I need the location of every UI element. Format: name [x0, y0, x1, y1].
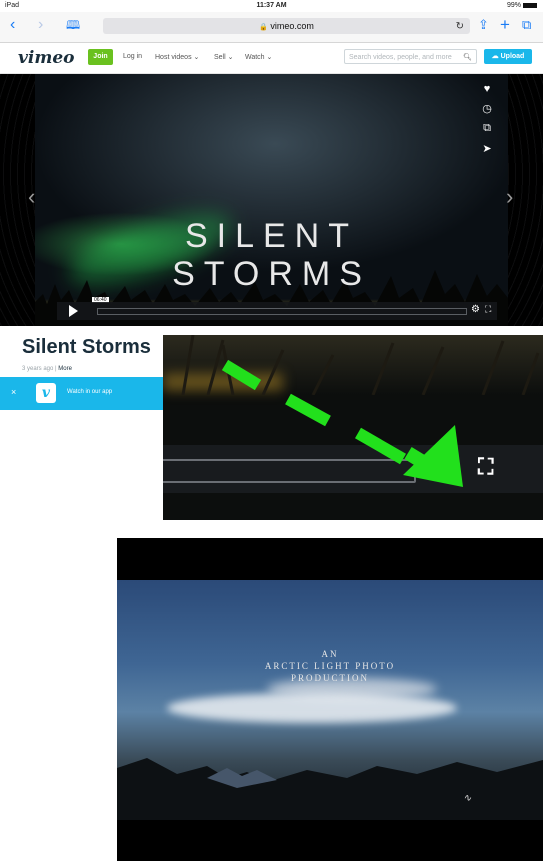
status-bar: iPad 11:37 AM 99% [0, 0, 543, 12]
upload-age: 3 years ago [22, 366, 54, 372]
close-icon[interactable]: × [11, 387, 16, 397]
vimeo-logo[interactable]: vimeo [18, 48, 74, 68]
reload-icon[interactable]: ↻ [456, 19, 464, 35]
tabs-icon[interactable]: ⧉ [522, 17, 531, 33]
video-title-line-1: SILENT [184, 217, 359, 255]
nav-host-videos[interactable]: Host videos ⌄ [155, 53, 199, 61]
login-link[interactable]: Log in [123, 53, 142, 60]
video-page-title: Silent Storms [22, 336, 151, 358]
battery-indicator: 99% [507, 2, 537, 9]
app-banner-text[interactable]: Watch in our app [67, 389, 112, 395]
upload-icon: ☁ [491, 53, 499, 60]
share-icon[interactable]: ⇪ [478, 17, 489, 33]
search-input[interactable]: Search videos, people, and more 🔍︎ [344, 49, 477, 64]
battery-percent: 99% [506, 2, 521, 9]
fullscreen-icon[interactable]: ⛶ [485, 304, 491, 315]
previous-chevron-icon[interactable]: ‹ [28, 184, 35, 210]
nav-sell[interactable]: Sell ⌄ [214, 53, 234, 61]
vimeo-header: vimeo Join Log in Host videos ⌄ Sell ⌄ W… [0, 43, 543, 74]
video-player[interactable]: SILENT STORMS ♥ ◷ ⧉ ➤ ‹ › [0, 74, 543, 326]
chevron-down-icon: ⌄ [227, 54, 234, 61]
next-chevron-icon[interactable]: › [506, 184, 513, 210]
nav-sell-label: Sell [214, 54, 226, 61]
upload-label: Upload [500, 53, 525, 60]
cloud [167, 693, 457, 723]
search-placeholder: Search videos, people, and more [349, 54, 452, 61]
credit-line-1: AN [321, 649, 339, 659]
settings-gear-icon[interactable]: ⚙ [471, 304, 480, 315]
url-text: vimeo.com [270, 21, 314, 31]
signature-watermark: ∿ [463, 793, 472, 804]
upload-button[interactable]: ☁ Upload [484, 49, 532, 64]
vimeo-app-icon: v [36, 383, 56, 403]
progress-bar[interactable] [97, 308, 467, 315]
credit-line-2: ARCTIC LIGHT PHOTO [264, 661, 396, 671]
nav-watch-label: Watch [245, 54, 265, 61]
video-meta: 3 years ago | More [22, 366, 72, 372]
video-title-line-2: STORMS [172, 255, 371, 293]
heart-icon[interactable]: ♥ [480, 83, 494, 95]
lock-icon: 🔒 [259, 24, 268, 31]
search-icon[interactable]: 🔍︎ [463, 50, 472, 65]
send-icon[interactable]: ➤ [480, 142, 494, 155]
pointer-arrow-icon [221, 359, 463, 487]
new-tab-icon[interactable]: + [500, 16, 510, 33]
bookmarks-icon[interactable]: 🕮 [66, 17, 80, 33]
meta-separator: | [55, 366, 57, 372]
zoomed-controls-inset: ⚙ ⛶ [163, 335, 543, 520]
clock: 11:37 AM [256, 2, 287, 9]
chevron-down-icon: ⌄ [193, 54, 200, 61]
video-title-overlay: SILENT STORMS [0, 217, 543, 293]
safari-toolbar: ‹ › 🕮 🔒 vimeo.com ↻ ⇪ + ⧉ [0, 12, 543, 43]
fullscreen-video-frame: AN ARCTIC LIGHT PHOTO PRODUCTION ∿ [117, 538, 543, 861]
forward-icon[interactable]: › [38, 17, 43, 33]
player-controls: ⚙ ⛶ [57, 302, 497, 320]
layers-icon[interactable]: ⧉ [480, 122, 494, 135]
address-bar[interactable]: 🔒 vimeo.com ↻ [103, 18, 470, 34]
clock-icon[interactable]: ◷ [480, 102, 494, 115]
production-credit: AN ARCTIC LIGHT PHOTO PRODUCTION [117, 648, 543, 684]
app-banner[interactable]: × v Watch in our app [0, 377, 165, 410]
chevron-down-icon: ⌄ [266, 54, 273, 61]
nav-watch[interactable]: Watch ⌄ [245, 53, 272, 61]
back-icon[interactable]: ‹ [10, 17, 15, 33]
mountain-silhouettes [117, 758, 543, 820]
more-link[interactable]: More [58, 366, 72, 372]
play-button[interactable] [69, 305, 78, 317]
nav-host-videos-label: Host videos [155, 54, 192, 61]
join-button[interactable]: Join [88, 49, 113, 65]
battery-icon [523, 2, 537, 8]
credit-line-3: PRODUCTION [290, 673, 369, 683]
